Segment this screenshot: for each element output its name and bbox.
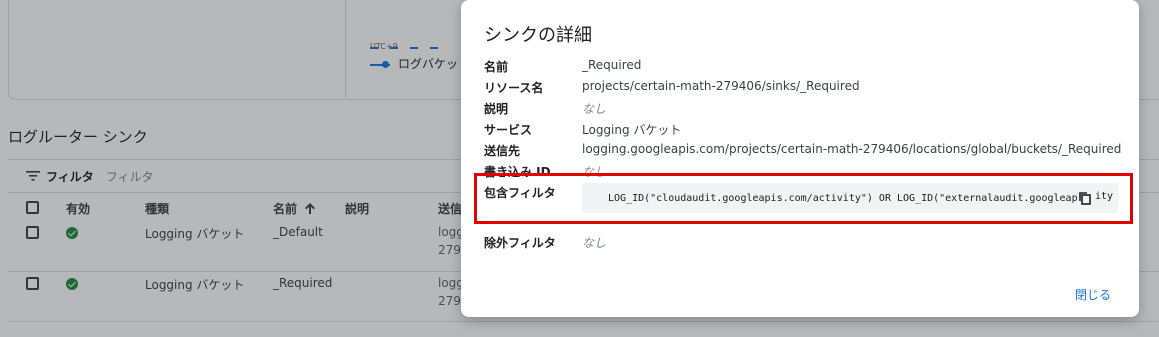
service-value: Logging バケット — [582, 123, 682, 137]
sink-details-dialog: シンクの詳細 名前 _Required リソース名 projects/certa… — [461, 0, 1139, 317]
copy-icon[interactable] — [1078, 191, 1092, 205]
service-label: サービス — [484, 123, 533, 137]
destination-label: 送信先 — [484, 144, 521, 158]
inclusion-filter-label: 包含フィルタ — [484, 186, 556, 200]
exclusion-filter-value: なし — [582, 236, 607, 250]
close-button[interactable]: 閉じる — [1075, 286, 1111, 303]
resource-name-label: リソース名 — [484, 81, 544, 95]
dialog-title: シンクの詳細 — [484, 25, 592, 46]
destination-value: logging.googleapis.com/projects/certain-… — [582, 142, 1122, 156]
description-label: 説明 — [484, 102, 509, 116]
inclusion-filter-value: LOG_ID("cloudaudit.googleapis.com/activi… — [608, 192, 1079, 204]
inclusion-filter-code[interactable]: LOG_ID("cloudaudit.googleapis.com/activi… — [582, 183, 1118, 213]
name-label: 名前 — [484, 60, 509, 74]
resource-name-value: projects/certain-math-279406/sinks/_Requ… — [582, 79, 860, 93]
description-value: なし — [582, 102, 607, 116]
inclusion-filter-tail: ity — [1095, 191, 1114, 202]
exclusion-filter-label: 除外フィルタ — [484, 236, 556, 250]
name-value: _Required — [582, 58, 642, 72]
